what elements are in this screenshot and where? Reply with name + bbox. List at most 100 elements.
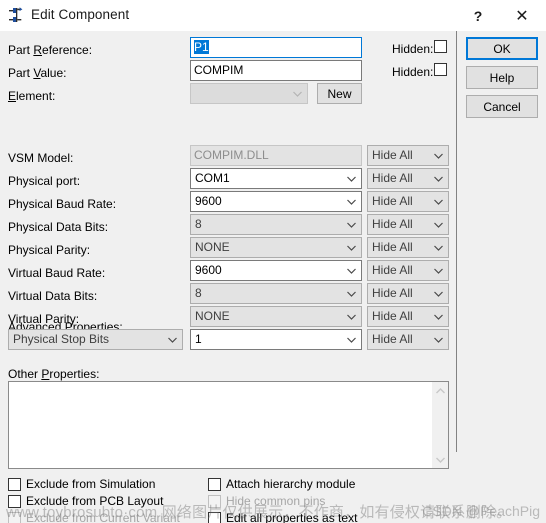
physical-baud-rate-value: 9600 [195,194,222,208]
physical-port-label: Physical port: [8,174,81,188]
chevron-down-icon [345,261,357,280]
physical-data-bits-hide-value: Hide All [372,217,413,231]
chevron-down-icon [432,215,444,234]
virtual-parity-hide-dropdown[interactable]: Hide All [367,306,449,327]
chevron-down-icon [166,330,178,349]
component-icon [7,6,25,24]
physical-port-hide-dropdown[interactable]: Hide All [367,168,449,189]
virtual-data-bits-hide-dropdown[interactable]: Hide All [367,283,449,304]
element-dropdown[interactable] [190,83,308,104]
chevron-down-icon [345,192,357,211]
physical-baud-rate-hide-dropdown[interactable]: Hide All [367,191,449,212]
part-value-input[interactable]: COMPIM [190,60,362,81]
other-properties-label: Other Properties: [8,367,100,381]
checkbox-box [208,494,221,508]
physical-parity-hide-dropdown[interactable]: Hide All [367,237,449,258]
chevron-down-icon [432,261,444,280]
help-button[interactable]: Help [466,66,538,89]
chevron-down-icon [432,146,444,165]
checkbox-box [8,494,21,508]
vsm-model-value: COMPIM.DLL [194,148,269,162]
physical-data-bits-hide-dropdown[interactable]: Hide All [367,214,449,235]
part-reference-hidden-label: Hidden: [392,42,434,56]
element-label: Element: [8,89,56,103]
virtual-baud-rate-hide-dropdown[interactable]: Hide All [367,260,449,281]
virtual-data-bits-hide-value: Hide All [372,286,413,300]
advanced-hide-value: Hide All [372,332,413,346]
physical-port-value: COM1 [195,171,230,185]
chevron-down-icon [345,215,357,234]
physical-parity-dropdown[interactable]: NONE [190,237,362,258]
chevron-down-icon [432,169,444,188]
part-reference-label: Part Reference: [8,43,93,57]
other-properties-textarea[interactable] [8,381,449,469]
physical-data-bits-label: Physical Data Bits: [8,220,109,234]
checkbox-exclude-current-variant: Exclude from Current Variant [8,511,180,523]
other-properties-scrollbar[interactable] [431,382,448,468]
checkbox-edit-all-properties-as-text[interactable]: Edit all properties as text [208,511,357,523]
vertical-separator [456,31,457,452]
advanced-value: 1 [195,332,202,346]
chevron-down-icon [432,238,444,257]
chevron-down-icon [432,192,444,211]
checkbox-exclude-pcb-layout[interactable]: Exclude from PCB Layout [8,494,163,508]
chevron-down-icon [345,330,357,349]
virtual-data-bits-dropdown[interactable]: 8 [190,283,362,304]
virtual-baud-rate-dropdown[interactable]: 9600 [190,260,362,281]
help-icon[interactable]: ? [456,0,500,31]
advanced-property-value: Physical Stop Bits [13,332,110,346]
part-value-hidden-label: Hidden: [392,65,434,79]
scroll-up-icon[interactable] [432,382,448,399]
physical-parity-label: Physical Parity: [8,243,91,257]
new-button[interactable]: New [317,83,362,104]
checkbox-box [8,477,21,491]
virtual-parity-value: NONE [195,309,230,323]
checkbox-box [208,511,221,523]
virtual-baud-rate-hide-value: Hide All [372,263,413,277]
physical-port-dropdown[interactable]: COM1 [190,168,362,189]
advanced-value-dropdown[interactable]: 1 [190,329,362,350]
virtual-baud-rate-label: Virtual Baud Rate: [8,266,106,280]
part-value-label: Part Value: [8,66,67,80]
scroll-down-icon[interactable] [432,451,448,468]
cancel-button[interactable]: Cancel [466,95,538,118]
part-reference-hidden-checkbox[interactable] [434,40,447,53]
virtual-parity-dropdown[interactable]: NONE [190,306,362,327]
vsm-model-hide-value: Hide All [372,148,413,162]
checkbox-label: Exclude from Current Variant [26,511,180,523]
checkbox-attach-hierarchy-module[interactable]: Attach hierarchy module [208,477,355,491]
physical-baud-rate-dropdown[interactable]: 9600 [190,191,362,212]
physical-port-hide-value: Hide All [372,171,413,185]
chevron-down-icon [432,330,444,349]
chevron-down-icon [291,84,303,103]
ok-button[interactable]: OK [466,37,538,60]
advanced-property-dropdown[interactable]: Physical Stop Bits [8,329,183,350]
title-bar: Edit Component ? ✕ [0,0,546,32]
chevron-down-icon [345,307,357,326]
checkbox-label: Hide common pins [226,494,326,508]
part-reference-input[interactable]: P1 [190,37,362,58]
checkbox-label: Edit all properties as text [226,511,358,523]
checkbox-box [208,477,221,491]
advanced-hide-dropdown[interactable]: Hide All [367,329,449,350]
physical-data-bits-dropdown[interactable]: 8 [190,214,362,235]
part-value-hidden-checkbox[interactable] [434,63,447,76]
part-value-value: COMPIM [194,63,244,77]
physical-parity-value: NONE [195,240,230,254]
checkbox-exclude-simulation[interactable]: Exclude from Simulation [8,477,155,491]
edit-component-dialog: Edit Component ? ✕ Part Reference: P1 Hi… [0,0,546,523]
checkbox-label: Exclude from PCB Layout [26,494,164,508]
close-icon[interactable]: ✕ [500,0,544,31]
window-title: Edit Component [31,7,130,22]
dialog-body: Part Reference: P1 Hidden: Part Value: C… [0,31,546,523]
physical-baud-rate-label: Physical Baud Rate: [8,197,117,211]
chevron-down-icon [345,169,357,188]
chevron-down-icon [432,284,444,303]
chevron-down-icon [345,238,357,257]
virtual-data-bits-label: Virtual Data Bits: [8,289,98,303]
physical-parity-hide-value: Hide All [372,240,413,254]
virtual-baud-rate-value: 9600 [195,263,222,277]
vsm-model-hide-dropdown[interactable]: Hide All [367,145,449,166]
chevron-down-icon [345,284,357,303]
chevron-down-icon [432,307,444,326]
